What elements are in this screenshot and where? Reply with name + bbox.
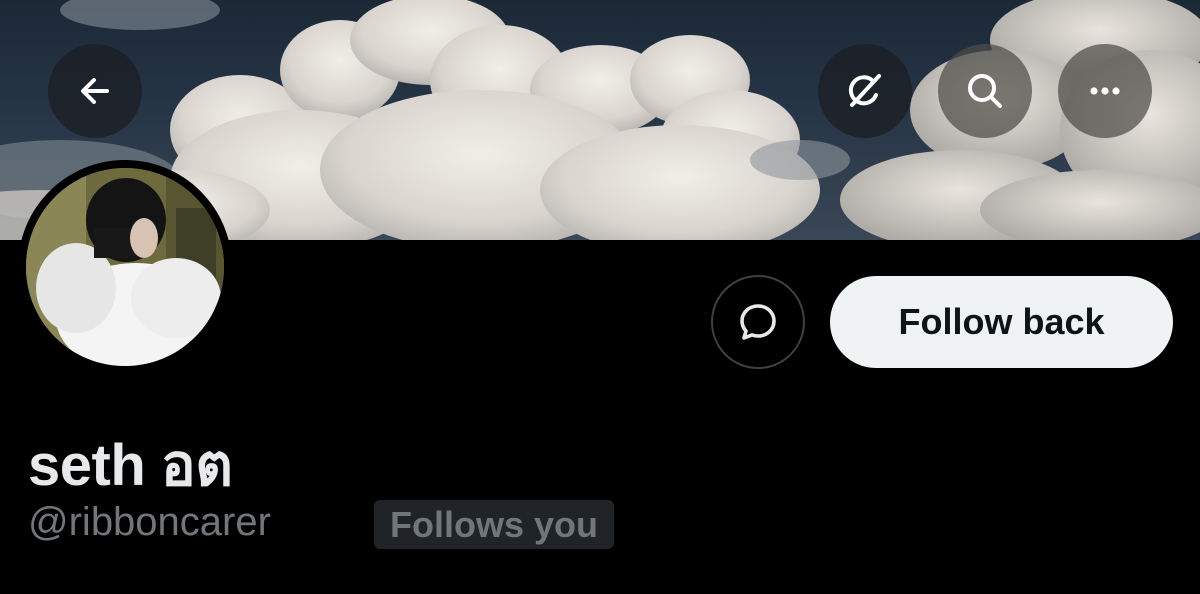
follow-back-button[interactable]: Follow back	[830, 276, 1173, 368]
grok-button[interactable]	[818, 44, 912, 138]
search-button[interactable]	[938, 44, 1032, 138]
more-options-button[interactable]	[1058, 44, 1152, 138]
more-horizontal-icon	[1090, 87, 1120, 95]
message-bubble-icon	[740, 304, 776, 340]
search-icon	[968, 74, 1002, 108]
display-name: seth อต	[28, 433, 233, 498]
follows-you-badge: Follows you	[374, 500, 615, 549]
username-handle: @ribboncarer	[28, 500, 271, 544]
profile-avatar[interactable]	[18, 160, 232, 374]
arrow-left-icon	[81, 78, 109, 104]
back-button[interactable]	[48, 44, 142, 138]
grok-icon	[848, 74, 881, 107]
message-button[interactable]	[711, 275, 805, 369]
avatar-photo	[26, 168, 224, 366]
